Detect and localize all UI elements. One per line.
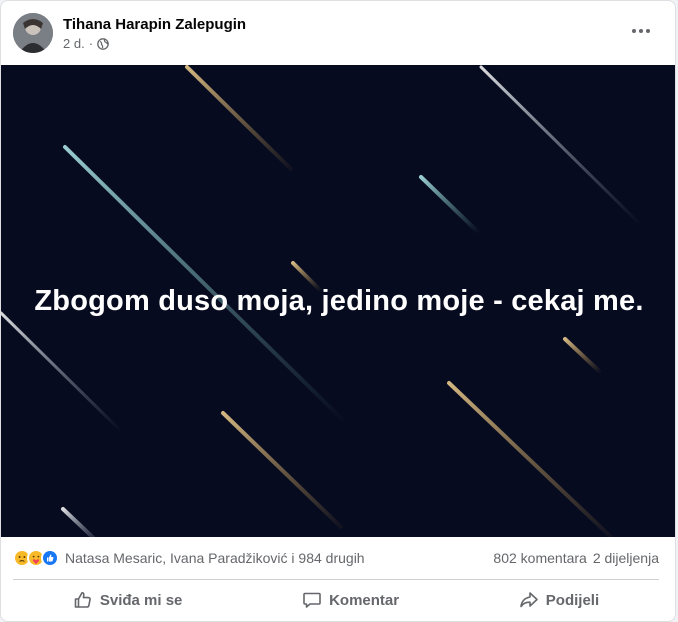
share-button[interactable]: Podijeli — [491, 584, 627, 616]
engagement-counts: 802 komentara 2 dijeljenja — [493, 550, 659, 566]
share-icon — [519, 592, 538, 608]
like-label: Sviđa mi se — [99, 591, 183, 609]
avatar-image — [13, 13, 53, 53]
more-horizontal-icon — [632, 29, 650, 33]
reactions-summary[interactable]: Natasa Mesaric, Ivana Paradžiković i 984… — [13, 549, 365, 567]
post-header: Tihana Harapin Zalepugin 2 d. · — [1, 1, 675, 65]
reaction-icons — [13, 549, 59, 567]
comment-label: Komentar — [329, 591, 400, 609]
post-timestamp[interactable]: 2 d. — [63, 36, 85, 51]
post-meta: 2 d. · — [63, 36, 109, 51]
post-caption: Zbogom duso moja, jedino moje - cekaj me… — [34, 284, 644, 317]
globe-icon[interactable] — [97, 37, 109, 50]
comment-icon — [303, 592, 321, 608]
author-name[interactable]: Tihana Harapin Zalepugin — [63, 16, 246, 33]
shares-count[interactable]: 2 dijeljenja — [593, 550, 659, 566]
reactors-text[interactable]: Natasa Mesaric, Ivana Paradžiković i 984… — [65, 550, 365, 566]
post-image[interactable]: Zbogom duso moja, jedino moje - cekaj me… — [1, 65, 675, 537]
post-stats: Natasa Mesaric, Ivana Paradžiković i 984… — [13, 537, 659, 580]
share-label: Podijeli — [545, 591, 600, 609]
like-button[interactable]: Sviđa mi se — [45, 584, 211, 616]
like-reaction-icon — [41, 549, 59, 567]
more-options-button[interactable] — [623, 17, 659, 45]
feed-post: Tihana Harapin Zalepugin 2 d. · Zbogom d… — [0, 0, 676, 622]
comment-button[interactable]: Komentar — [274, 584, 427, 616]
avatar[interactable] — [13, 13, 53, 53]
comments-count[interactable]: 802 komentara — [493, 550, 586, 566]
thumbs-up-icon — [74, 591, 91, 608]
meta-separator: · — [88, 36, 94, 51]
post-actions: Sviđa mi se Komentar Podijeli — [13, 581, 659, 619]
